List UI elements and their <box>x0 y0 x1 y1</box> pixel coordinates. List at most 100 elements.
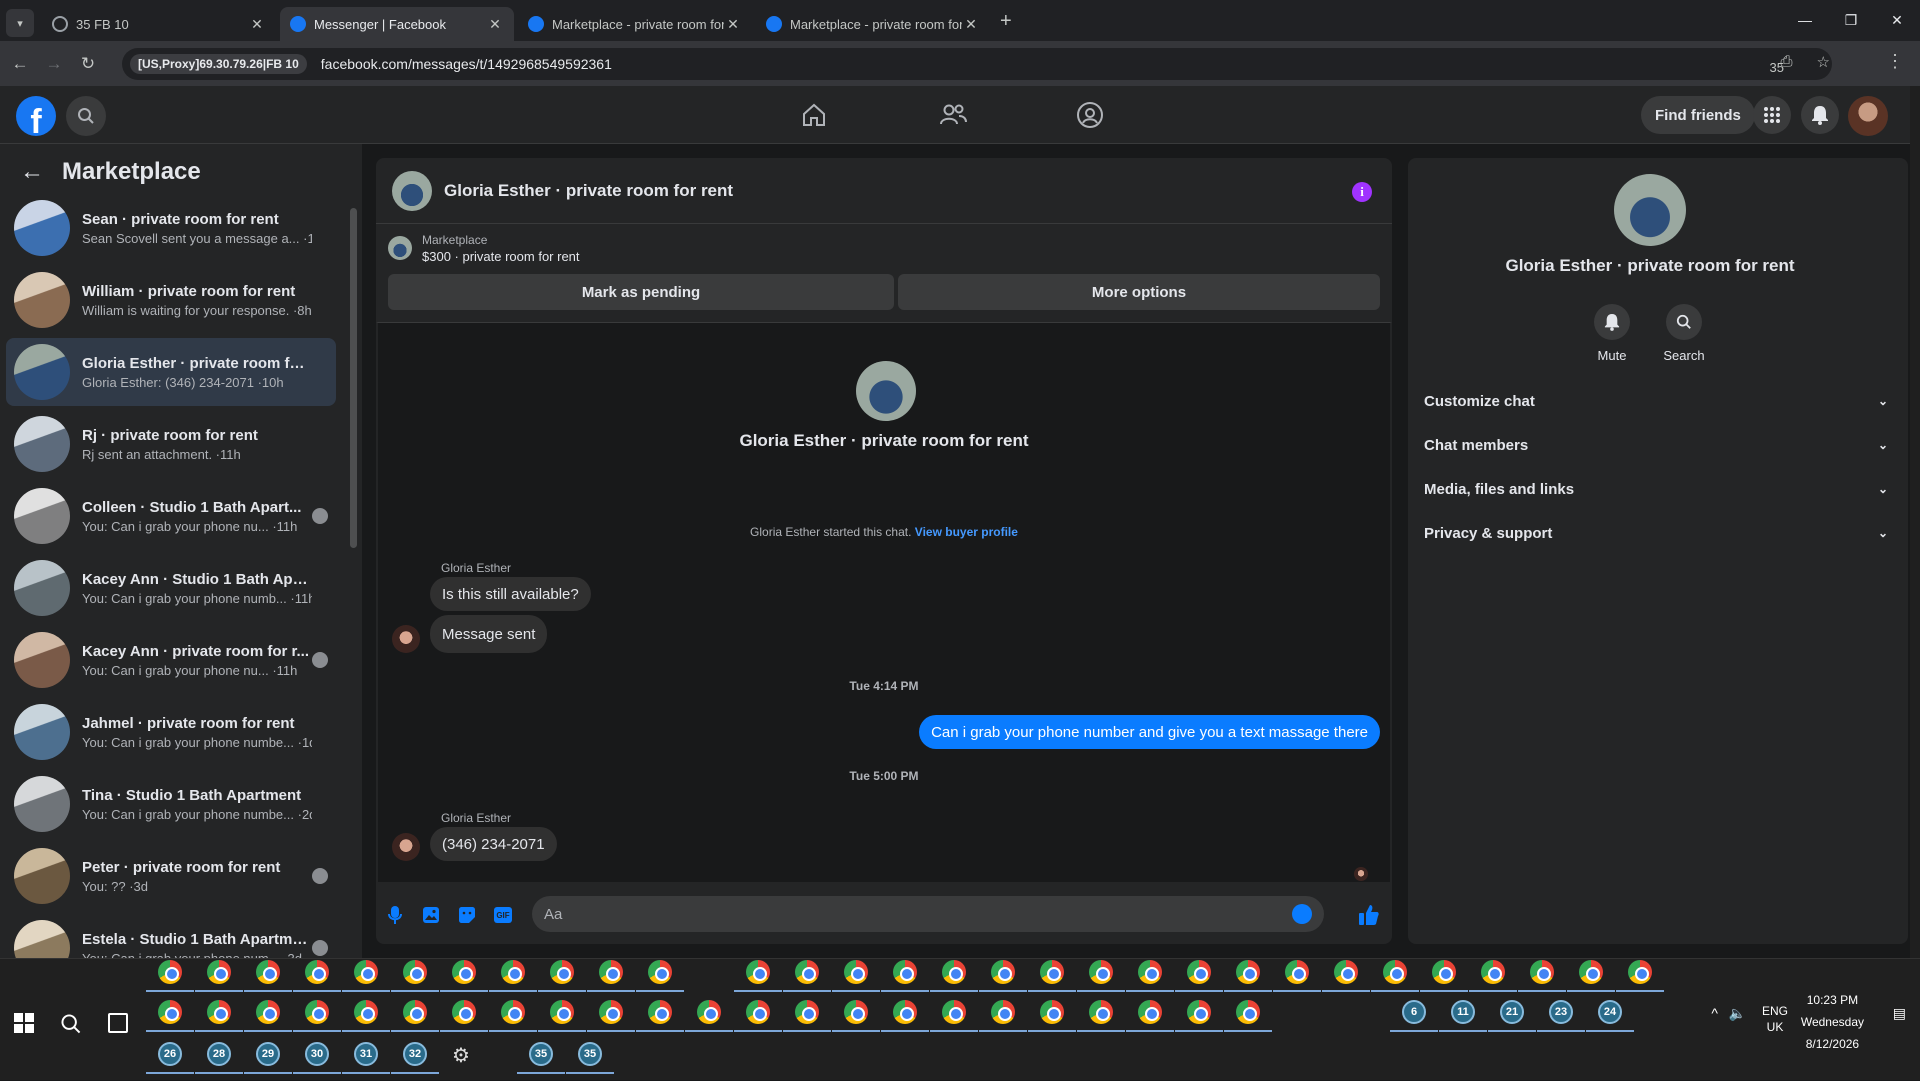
volume-icon[interactable]: 🔈 <box>1729 1005 1746 1022</box>
chrome-icon[interactable] <box>1138 960 1162 984</box>
forward-arrow-icon[interactable]: → <box>40 54 68 74</box>
emoji-icon[interactable] <box>1292 904 1312 924</box>
section-media-files-links[interactable]: Media, files and links ⌄ <box>1424 469 1888 509</box>
chrome-icon[interactable] <box>942 960 966 984</box>
page-scrollbar[interactable] <box>1910 86 1920 958</box>
chrome-icon[interactable] <box>648 960 672 984</box>
friends-icon[interactable] <box>938 100 968 130</box>
account-avatar[interactable] <box>1848 96 1888 136</box>
chrome-icon[interactable] <box>1383 960 1407 984</box>
conversation-item[interactable]: Gloria Esther · private room for r... Glo… <box>6 338 336 406</box>
chrome-icon[interactable] <box>452 960 476 984</box>
profile-icon[interactable]: 23 <box>1549 1000 1573 1024</box>
chrome-icon[interactable] <box>1579 960 1603 984</box>
language-indicator[interactable]: ENG UK <box>1762 1003 1788 1035</box>
conversation-item[interactable]: Tina · Studio 1 Bath Apartment You: Can i… <box>6 770 336 838</box>
chrome-icon[interactable] <box>207 960 231 984</box>
profile-icon[interactable]: 35 <box>529 1042 553 1066</box>
profile-icon[interactable]: 32 <box>403 1042 427 1066</box>
chrome-icon[interactable] <box>795 1000 819 1024</box>
chrome-icon[interactable] <box>697 1000 721 1024</box>
conversation-item[interactable]: Colleen · Studio 1 Bath Apart... You: Can… <box>6 482 336 550</box>
gif-icon[interactable]: GIF <box>492 904 514 926</box>
chrome-icon[interactable] <box>1089 960 1113 984</box>
microphone-icon[interactable] <box>384 904 406 926</box>
chrome-icon[interactable] <box>158 960 182 984</box>
info-icon[interactable]: i <box>1352 182 1372 202</box>
tab-marketplace-1[interactable]: Marketplace - private room for ✕ <box>518 7 752 41</box>
message-input[interactable]: Aa <box>532 896 1324 932</box>
menu-grid-icon[interactable] <box>1753 96 1791 134</box>
message-bubble[interactable]: (346) 234-2071 <box>430 827 557 861</box>
new-tab-button[interactable]: + <box>1000 10 1012 33</box>
chrome-icon[interactable] <box>501 960 525 984</box>
chrome-icon[interactable] <box>746 1000 770 1024</box>
search-icon[interactable] <box>66 96 106 136</box>
conversation-item[interactable]: Sean · private room for rent Sean Scovell… <box>6 194 336 262</box>
chrome-icon[interactable] <box>795 960 819 984</box>
my-message-bubble[interactable]: Can i grab your phone number and give yo… <box>919 715 1380 749</box>
chrome-icon[interactable] <box>893 960 917 984</box>
facebook-logo-icon[interactable]: f <box>16 96 56 136</box>
chrome-icon[interactable] <box>1187 960 1211 984</box>
search-button[interactable]: Search <box>1649 304 1719 363</box>
chat-title[interactable]: Gloria Esther · private room for rent <box>444 181 733 201</box>
chrome-icon[interactable] <box>599 960 623 984</box>
proxy-badge[interactable]: [US,Proxy]69.30.79.26|FB 10 <box>130 54 307 74</box>
chrome-icon[interactable] <box>501 1000 525 1024</box>
chrome-icon[interactable] <box>648 1000 672 1024</box>
settings-gear-icon[interactable]: ⚙ <box>452 1043 470 1068</box>
profile-icon[interactable]: 31 <box>354 1042 378 1066</box>
chrome-icon[interactable] <box>1138 1000 1162 1024</box>
chrome-icon[interactable] <box>1628 960 1652 984</box>
profile-icon[interactable]: 29 <box>256 1042 280 1066</box>
profile-icon[interactable]: 24 <box>1598 1000 1622 1024</box>
chrome-icon[interactable] <box>746 960 770 984</box>
view-buyer-profile-link[interactable]: View buyer profile <box>915 525 1018 539</box>
sidebar-scrollbar[interactable] <box>348 190 357 950</box>
chrome-icon[interactable] <box>1187 1000 1211 1024</box>
conversation-item[interactable]: Peter · private room for rent You: ?? ·3d <box>6 842 336 910</box>
section-chat-members[interactable]: Chat members ⌄ <box>1424 425 1888 465</box>
mute-button[interactable]: Mute <box>1577 304 1647 363</box>
profile-icon[interactable]: 30 <box>305 1042 329 1066</box>
restore-button[interactable]: ❐ <box>1828 0 1874 40</box>
notifications-bell-icon[interactable] <box>1801 96 1839 134</box>
bookmark-star-icon[interactable]: ☆ <box>1817 53 1830 71</box>
url-text[interactable]: facebook.com/messages/t/1492968549592361 <box>321 56 612 72</box>
chrome-icon[interactable] <box>1089 1000 1113 1024</box>
task-view-icon[interactable] <box>108 1013 128 1033</box>
thumbs-up-icon[interactable] <box>1358 904 1380 926</box>
chrome-icon[interactable] <box>550 960 574 984</box>
message-bubble[interactable]: Is this still available? <box>430 577 591 611</box>
chrome-icon[interactable] <box>354 960 378 984</box>
chrome-icon[interactable] <box>844 1000 868 1024</box>
sticker-icon[interactable] <box>456 904 478 926</box>
chrome-icon[interactable] <box>403 1000 427 1024</box>
chrome-icon[interactable] <box>1481 960 1505 984</box>
chrome-icon[interactable] <box>942 1000 966 1024</box>
chrome-icon[interactable] <box>599 1000 623 1024</box>
tray-chevron-icon[interactable]: ^ <box>1711 1005 1718 1021</box>
conversation-item[interactable]: Kacey Ann · private room for r... You: Ca… <box>6 626 336 694</box>
chrome-icon[interactable] <box>1236 1000 1260 1024</box>
windows-start-icon[interactable] <box>14 1013 34 1033</box>
sender-avatar[interactable] <box>392 833 420 861</box>
find-friends-button[interactable]: Find friends <box>1641 96 1755 134</box>
chrome-icon[interactable] <box>256 960 280 984</box>
image-attach-icon[interactable] <box>420 904 442 926</box>
minimize-button[interactable]: — <box>1782 0 1828 40</box>
profile-icon[interactable]: 11 <box>1451 1000 1475 1024</box>
close-icon[interactable]: ✕ <box>724 16 742 33</box>
conversation-item[interactable]: William · private room for rent William i… <box>6 266 336 334</box>
chrome-icon[interactable] <box>305 1000 329 1024</box>
conversation-item[interactable]: Jahmel · private room for rent You: Can i… <box>6 698 336 766</box>
profile-icon[interactable]: 6 <box>1402 1000 1426 1024</box>
tab-search-button[interactable]: ▾ <box>6 9 34 37</box>
chrome-icon[interactable] <box>844 960 868 984</box>
chrome-icon[interactable] <box>550 1000 574 1024</box>
tab-messenger[interactable]: Messenger | Facebook ✕ <box>280 7 514 41</box>
profile-icon[interactable]: 28 <box>207 1042 231 1066</box>
browser-menu-icon[interactable]: ⋮ <box>1886 51 1904 72</box>
conversation-item[interactable]: Estela · Studio 1 Bath Apartme... You: Ca… <box>6 914 336 958</box>
